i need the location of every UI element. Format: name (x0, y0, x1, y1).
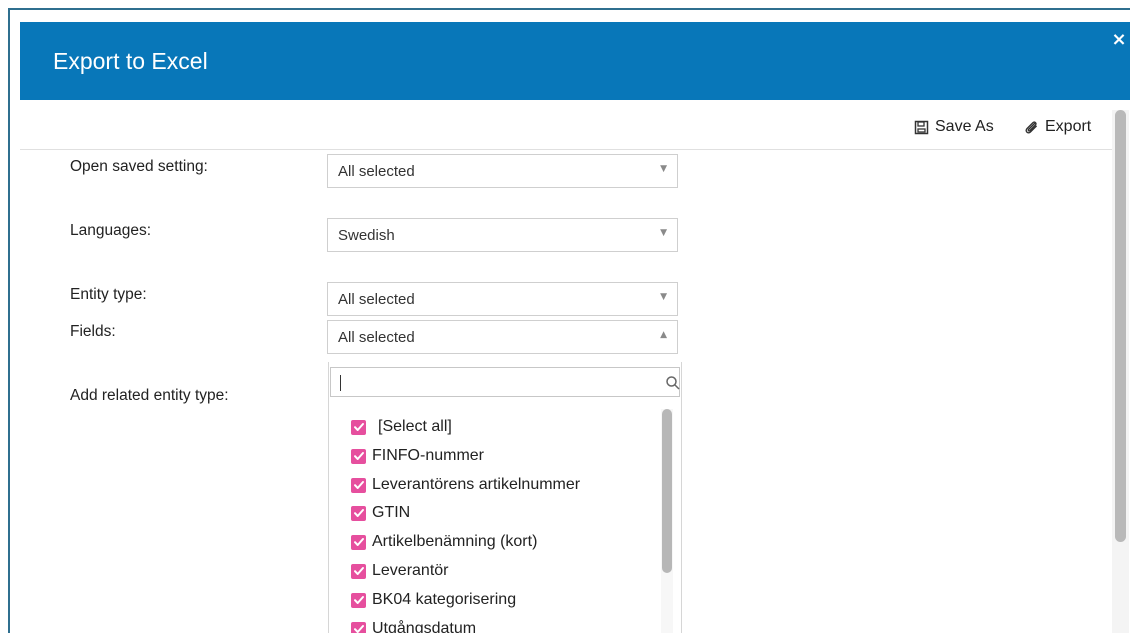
list-item[interactable]: Leverantörens artikelnummer (351, 473, 580, 497)
dialog-title: Export to Excel (53, 48, 208, 74)
checkbox-checked-icon[interactable] (351, 563, 366, 579)
search-icon (665, 375, 681, 391)
select-all-label: [Select all] (378, 418, 452, 435)
export-button[interactable]: Export (1023, 117, 1091, 137)
chevron-down-icon: ▼ (660, 292, 667, 302)
option-label: Utgångsdatum (372, 620, 477, 633)
languages-label: Languages: (70, 222, 152, 239)
list-item[interactable]: GTIN (351, 501, 410, 525)
list-item[interactable]: Leverantör (351, 559, 449, 583)
add-related-entity-type-label: Add related entity type: (70, 387, 229, 404)
fields-dropdown-panel: [Select all] FINFO-nummer Leverantörens … (328, 362, 682, 633)
export-dialog-page: Export to Excel × Save As Export Open sa… (0, 0, 1130, 633)
list-item[interactable]: BK04 kategorisering (351, 588, 516, 612)
dialog-scroll-thumb[interactable] (1115, 110, 1126, 542)
checkbox-checked-icon[interactable] (351, 477, 366, 493)
languages-value: Swedish (338, 227, 395, 244)
save-icon (913, 119, 930, 136)
fields-option-list: [Select all] FINFO-nummer Leverantörens … (329, 409, 659, 633)
save-as-label: Save As (935, 118, 994, 135)
paperclip-icon (1023, 119, 1040, 136)
dialog-scrollbar[interactable] (1112, 110, 1129, 633)
fields-label: Fields: (70, 323, 116, 340)
dialog-header: Export to Excel × (20, 22, 1130, 100)
chevron-down-icon: ▼ (660, 228, 667, 238)
option-label: Leverantörens artikelnummer (372, 476, 581, 493)
checkbox-checked-icon[interactable] (351, 419, 366, 435)
option-label: BK04 kategorisering (372, 591, 517, 608)
save-as-button[interactable]: Save As (913, 117, 994, 137)
open-saved-setting-select[interactable]: All selected ▼ (327, 154, 678, 188)
checkbox-checked-icon[interactable] (351, 592, 366, 608)
option-label: GTIN (372, 504, 411, 521)
entity-type-label: Entity type: (70, 286, 147, 303)
chevron-down-icon: ▼ (660, 164, 667, 174)
checkbox-checked-icon[interactable] (351, 534, 366, 550)
list-item[interactable]: [Select all] (351, 415, 452, 439)
checkbox-checked-icon[interactable] (351, 621, 366, 633)
close-button[interactable]: × (1108, 29, 1130, 51)
dialog-toolbar: Save As Export (20, 100, 1120, 150)
option-label: Artikelbenämning (kort) (372, 533, 538, 550)
option-label: FINFO-nummer (372, 447, 484, 464)
entity-type-select[interactable]: All selected ▼ (327, 282, 678, 316)
chevron-up-icon: ▲ (660, 330, 667, 340)
fields-list-scrollbar[interactable] (661, 409, 673, 633)
languages-select[interactable]: Swedish ▼ (327, 218, 678, 252)
checkbox-checked-icon[interactable] (351, 448, 366, 464)
entity-type-value: All selected (338, 291, 415, 308)
list-item[interactable]: FINFO-nummer (351, 444, 484, 468)
open-saved-setting-label: Open saved setting: (70, 158, 208, 175)
checkbox-checked-icon[interactable] (351, 505, 366, 521)
text-cursor (340, 375, 341, 391)
list-item[interactable]: Utgångsdatum (351, 617, 476, 633)
open-saved-setting-value: All selected (338, 163, 415, 180)
export-to-excel-dialog: Export to Excel × Save As Export Open sa… (8, 8, 1130, 633)
close-icon: × (1111, 29, 1127, 50)
export-label: Export (1045, 118, 1092, 135)
option-label: Leverantör (372, 562, 449, 579)
fields-list-scroll-thumb[interactable] (662, 409, 672, 573)
fields-select[interactable]: All selected ▲ (327, 320, 678, 354)
fields-value: All selected (338, 329, 415, 346)
fields-search-input[interactable] (330, 367, 680, 397)
list-item[interactable]: Artikelbenämning (kort) (351, 530, 537, 554)
